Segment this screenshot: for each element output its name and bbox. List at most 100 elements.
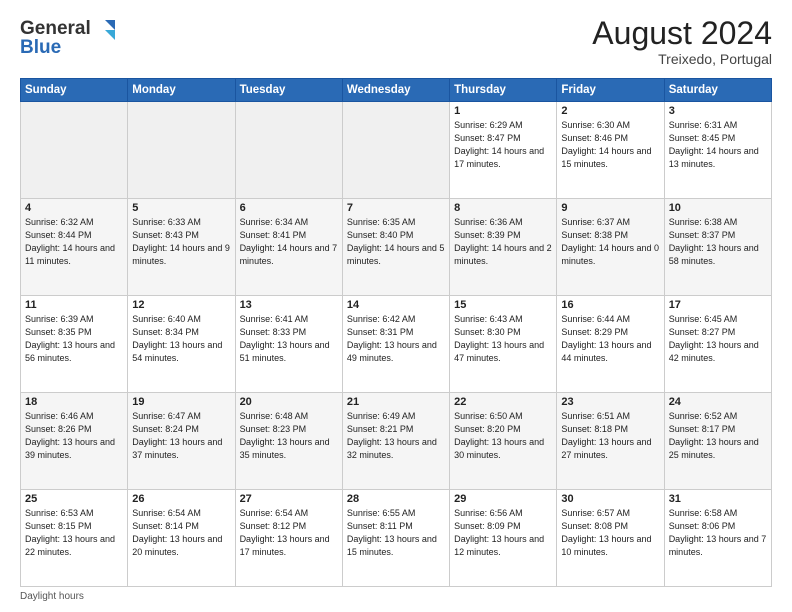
day-info: Sunrise: 6:42 AMSunset: 8:31 PMDaylight:… <box>347 313 445 365</box>
calendar-cell: 7 Sunrise: 6:35 AMSunset: 8:40 PMDaylight… <box>342 199 449 296</box>
header: General Blue August 2024 Treixedo, Portu… <box>20 16 772 68</box>
calendar-cell: 11 Sunrise: 6:39 AMSunset: 8:35 PMDayligh… <box>21 296 128 393</box>
calendar-cell: 28 Sunrise: 6:55 AMSunset: 8:11 PMDayligh… <box>342 490 449 587</box>
day-info: Sunrise: 6:55 AMSunset: 8:11 PMDaylight:… <box>347 507 445 559</box>
day-number: 31 <box>669 493 767 505</box>
day-info: Sunrise: 6:32 AMSunset: 8:44 PMDaylight:… <box>25 216 123 268</box>
calendar-cell: 3 Sunrise: 6:31 AMSunset: 8:45 PMDaylight… <box>664 102 771 199</box>
day-info: Sunrise: 6:50 AMSunset: 8:20 PMDaylight:… <box>454 410 552 462</box>
calendar-week-row: 18 Sunrise: 6:46 AMSunset: 8:26 PMDayligh… <box>21 393 772 490</box>
page: General Blue August 2024 Treixedo, Portu… <box>0 0 792 612</box>
calendar-cell: 16Sunrise: 6:44 AMSunset: 8:29 PMDayligh… <box>557 296 664 393</box>
col-tuesday: Tuesday <box>235 79 342 102</box>
day-number: 8 <box>454 202 552 214</box>
calendar-cell: 1 Sunrise: 6:29 AMSunset: 8:47 PMDaylight… <box>450 102 557 199</box>
col-friday: Friday <box>557 79 664 102</box>
col-saturday: Saturday <box>664 79 771 102</box>
day-number: 6 <box>240 202 338 214</box>
day-info: Sunrise: 6:54 AMSunset: 8:14 PMDaylight:… <box>132 507 230 559</box>
calendar-week-row: 1 Sunrise: 6:29 AMSunset: 8:47 PMDaylight… <box>21 102 772 199</box>
day-number: 2 <box>561 105 659 117</box>
day-info: Sunrise: 6:30 AMSunset: 8:46 PMDaylight:… <box>561 119 659 171</box>
calendar-cell: 22 Sunrise: 6:50 AMSunset: 8:20 PMDayligh… <box>450 393 557 490</box>
calendar-cell: 5 Sunrise: 6:33 AMSunset: 8:43 PMDaylight… <box>128 199 235 296</box>
day-info: Sunrise: 6:31 AMSunset: 8:45 PMDaylight:… <box>669 119 767 171</box>
day-info: Sunrise: 6:43 AMSunset: 8:30 PMDaylight:… <box>454 313 552 365</box>
day-number: 28 <box>347 493 445 505</box>
day-number: 21 <box>347 396 445 408</box>
calendar-cell: 4Sunrise: 6:32 AMSunset: 8:44 PMDaylight… <box>21 199 128 296</box>
calendar-cell: 26 Sunrise: 6:54 AMSunset: 8:14 PMDayligh… <box>128 490 235 587</box>
footer-note: Daylight hours <box>20 591 772 602</box>
day-number: 1 <box>454 105 552 117</box>
day-info: Sunrise: 6:56 AMSunset: 8:09 PMDaylight:… <box>454 507 552 559</box>
day-info: Sunrise: 6:38 AMSunset: 8:37 PMDaylight:… <box>669 216 767 268</box>
calendar-cell: 9 Sunrise: 6:37 AMSunset: 8:38 PMDaylight… <box>557 199 664 296</box>
day-info: Sunrise: 6:39 AMSunset: 8:35 PMDaylight:… <box>25 313 123 365</box>
col-sunday: Sunday <box>21 79 128 102</box>
calendar-cell: 12Sunrise: 6:40 AMSunset: 8:34 PMDayligh… <box>128 296 235 393</box>
logo-svg: General Blue <box>20 16 120 68</box>
day-number: 22 <box>454 396 552 408</box>
svg-text:Blue: Blue <box>20 37 61 58</box>
day-number: 18 <box>25 396 123 408</box>
day-info: Sunrise: 6:57 AMSunset: 8:08 PMDaylight:… <box>561 507 659 559</box>
day-info: Sunrise: 6:29 AMSunset: 8:47 PMDaylight:… <box>454 119 552 171</box>
day-number: 5 <box>132 202 230 214</box>
day-number: 25 <box>25 493 123 505</box>
calendar-header-row: Sunday Monday Tuesday Wednesday Thursday… <box>21 79 772 102</box>
calendar-cell: 10 Sunrise: 6:38 AMSunset: 8:37 PMDayligh… <box>664 199 771 296</box>
col-wednesday: Wednesday <box>342 79 449 102</box>
day-info: Sunrise: 6:34 AMSunset: 8:41 PMDaylight:… <box>240 216 338 268</box>
location: Treixedo, Portugal <box>592 51 772 67</box>
day-number: 11 <box>25 299 123 311</box>
calendar-cell: 23Sunrise: 6:51 AMSunset: 8:18 PMDayligh… <box>557 393 664 490</box>
day-number: 3 <box>669 105 767 117</box>
day-info: Sunrise: 6:37 AMSunset: 8:38 PMDaylight:… <box>561 216 659 268</box>
calendar-cell: 30 Sunrise: 6:57 AMSunset: 8:08 PMDayligh… <box>557 490 664 587</box>
day-info: Sunrise: 6:52 AMSunset: 8:17 PMDaylight:… <box>669 410 767 462</box>
calendar-cell: 31Sunrise: 6:58 AMSunset: 8:06 PMDayligh… <box>664 490 771 587</box>
day-number: 30 <box>561 493 659 505</box>
calendar-cell: 24 Sunrise: 6:52 AMSunset: 8:17 PMDayligh… <box>664 393 771 490</box>
calendar-cell <box>128 102 235 199</box>
logo: General Blue <box>20 16 120 68</box>
day-number: 9 <box>561 202 659 214</box>
calendar-week-row: 25 Sunrise: 6:53 AMSunset: 8:15 PMDayligh… <box>21 490 772 587</box>
day-number: 26 <box>132 493 230 505</box>
col-thursday: Thursday <box>450 79 557 102</box>
calendar-cell <box>21 102 128 199</box>
day-info: Sunrise: 6:51 AMSunset: 8:18 PMDaylight:… <box>561 410 659 462</box>
day-info: Sunrise: 6:41 AMSunset: 8:33 PMDaylight:… <box>240 313 338 365</box>
day-number: 16 <box>561 299 659 311</box>
day-info: Sunrise: 6:54 AMSunset: 8:12 PMDaylight:… <box>240 507 338 559</box>
day-number: 7 <box>347 202 445 214</box>
day-info: Sunrise: 6:33 AMSunset: 8:43 PMDaylight:… <box>132 216 230 268</box>
calendar-cell: 2 Sunrise: 6:30 AMSunset: 8:46 PMDaylight… <box>557 102 664 199</box>
day-number: 20 <box>240 396 338 408</box>
calendar-cell: 8 Sunrise: 6:36 AMSunset: 8:39 PMDaylight… <box>450 199 557 296</box>
calendar-cell: 15 Sunrise: 6:43 AMSunset: 8:30 PMDayligh… <box>450 296 557 393</box>
day-info: Sunrise: 6:40 AMSunset: 8:34 PMDaylight:… <box>132 313 230 365</box>
day-info: Sunrise: 6:46 AMSunset: 8:26 PMDaylight:… <box>25 410 123 462</box>
day-number: 13 <box>240 299 338 311</box>
day-info: Sunrise: 6:35 AMSunset: 8:40 PMDaylight:… <box>347 216 445 268</box>
calendar-table: Sunday Monday Tuesday Wednesday Thursday… <box>20 78 772 587</box>
calendar-cell <box>235 102 342 199</box>
day-info: Sunrise: 6:48 AMSunset: 8:23 PMDaylight:… <box>240 410 338 462</box>
day-number: 24 <box>669 396 767 408</box>
day-info: Sunrise: 6:36 AMSunset: 8:39 PMDaylight:… <box>454 216 552 268</box>
day-number: 27 <box>240 493 338 505</box>
svg-text:General: General <box>20 18 91 39</box>
calendar-week-row: 11 Sunrise: 6:39 AMSunset: 8:35 PMDayligh… <box>21 296 772 393</box>
calendar-cell: 19Sunrise: 6:47 AMSunset: 8:24 PMDayligh… <box>128 393 235 490</box>
day-info: Sunrise: 6:53 AMSunset: 8:15 PMDaylight:… <box>25 507 123 559</box>
day-number: 17 <box>669 299 767 311</box>
calendar-cell: 17Sunrise: 6:45 AMSunset: 8:27 PMDayligh… <box>664 296 771 393</box>
month-year: August 2024 <box>592 16 772 51</box>
calendar-cell: 29Sunrise: 6:56 AMSunset: 8:09 PMDayligh… <box>450 490 557 587</box>
day-number: 15 <box>454 299 552 311</box>
day-info: Sunrise: 6:47 AMSunset: 8:24 PMDaylight:… <box>132 410 230 462</box>
calendar-cell: 21Sunrise: 6:49 AMSunset: 8:21 PMDayligh… <box>342 393 449 490</box>
day-number: 10 <box>669 202 767 214</box>
